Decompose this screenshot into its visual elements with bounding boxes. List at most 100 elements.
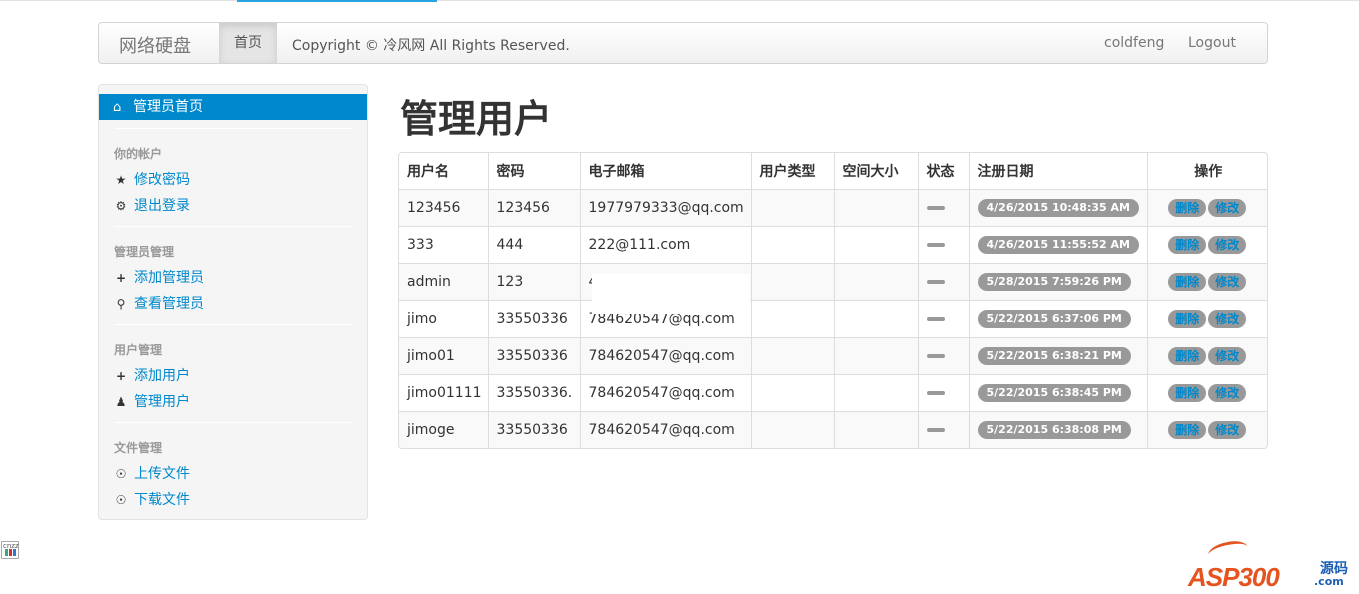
status-dash-icon xyxy=(926,279,945,284)
cell-status xyxy=(917,410,969,448)
page-title: 管理用户 xyxy=(400,96,553,141)
edit-button[interactable]: 修改 xyxy=(1208,235,1247,254)
date-badge: 4/26/2015 10:48:35 AM xyxy=(977,198,1139,217)
user-icon: ♟ xyxy=(115,395,127,409)
column-header-status: 状态 xyxy=(917,153,969,189)
current-user-link[interactable]: coldfeng xyxy=(1104,35,1164,51)
column-header-email: 电子邮箱 xyxy=(579,153,751,189)
sidebar-item-upload-file[interactable]: ☉ 上传文件 xyxy=(114,463,190,483)
cell-space xyxy=(833,262,918,300)
cell-username: admin xyxy=(399,262,488,300)
cell-status xyxy=(917,336,969,374)
cell-password: 444 xyxy=(487,225,580,263)
cell-actions: 删除 修改 xyxy=(1146,262,1267,300)
table-row: jimo01 33550336 784620547@qq.com 5/22/2015 … xyxy=(399,336,1267,374)
status-dash-icon xyxy=(926,205,945,210)
table-row: jimo 33550336 784620547@qq.com 5/22/2015 6:… xyxy=(399,299,1267,337)
edit-button[interactable]: 修改 xyxy=(1208,420,1247,439)
cell-actions: 删除 修改 xyxy=(1146,373,1267,411)
delete-button[interactable]: 删除 xyxy=(1168,420,1207,439)
cell-status xyxy=(917,299,969,337)
cell-user-type xyxy=(750,336,834,374)
flame-icon xyxy=(1206,538,1250,564)
sidebar-item-add-admin[interactable]: + 添加管理员 xyxy=(114,267,204,287)
nav-home-tab[interactable]: 首页 xyxy=(219,23,277,63)
edit-button[interactable]: 修改 xyxy=(1208,383,1247,402)
date-badge: 5/22/2015 6:38:08 PM xyxy=(977,420,1131,439)
sidebar-header-admin-management: 管理员管理 xyxy=(114,245,175,259)
column-header-user-type: 用户类型 xyxy=(750,153,834,189)
date-badge: 4/26/2015 11:55:52 AM xyxy=(977,235,1139,254)
sidebar-item-label: 上传文件 xyxy=(134,466,190,482)
delete-button[interactable]: 删除 xyxy=(1168,346,1207,365)
table-header-row: 用户名 密码 电子邮箱 用户类型 空间大小 状态 注册日期 操作 xyxy=(399,153,1267,189)
edit-button[interactable]: 修改 xyxy=(1208,272,1247,291)
sidebar-item-label: 管理用户 xyxy=(134,394,190,410)
sidebar-item-add-user[interactable]: + 添加用户 xyxy=(114,365,190,385)
cell-username: jimoge xyxy=(399,410,488,448)
copyright-text: Copyright © 冷风网 All Rights Reserved. xyxy=(292,38,570,54)
sidebar-item-manage-users[interactable]: ♟ 管理用户 xyxy=(114,391,190,411)
edit-button[interactable]: 修改 xyxy=(1208,309,1247,328)
sidebar-item-download-file[interactable]: ☉ 下载文件 xyxy=(114,489,190,509)
status-dash-icon xyxy=(926,242,945,247)
watermark-com-text: .com xyxy=(1314,575,1344,588)
edit-button[interactable]: 修改 xyxy=(1208,346,1247,365)
cell-email: 784620547@qq.com xyxy=(579,410,751,448)
cell-password: 123456 xyxy=(487,188,580,226)
cell-password: 33550336 xyxy=(487,336,580,374)
column-header-space: 空间大小 xyxy=(833,153,918,189)
cell-register-date: 5/22/2015 6:37:06 PM xyxy=(968,299,1147,337)
delete-button[interactable]: 删除 xyxy=(1168,235,1207,254)
sidebar-item-label: 下载文件 xyxy=(134,492,190,508)
cell-user-type xyxy=(750,262,834,300)
upload-icon: ☉ xyxy=(115,467,127,481)
delete-button[interactable]: 删除 xyxy=(1168,198,1207,217)
sidebar-item-admin-home[interactable]: ⌂ 管理员首页 xyxy=(99,94,367,120)
column-header-actions: 操作 xyxy=(1146,153,1267,189)
cell-register-date: 5/22/2015 6:38:21 PM xyxy=(968,336,1147,374)
watermark-logo: ASP300 源码 .com xyxy=(1188,538,1354,592)
cell-username: jimo01 xyxy=(399,336,488,374)
column-header-password: 密码 xyxy=(487,153,580,189)
watermark-main-text: ASP300 xyxy=(1188,562,1280,592)
brand-title[interactable]: 网络硬盘 xyxy=(119,32,191,58)
redaction-mask xyxy=(592,274,750,314)
sidebar-item-label: 查看管理员 xyxy=(134,296,204,312)
column-header-username: 用户名 xyxy=(407,163,449,180)
delete-button[interactable]: 删除 xyxy=(1168,309,1207,328)
date-badge: 5/22/2015 6:37:06 PM xyxy=(977,309,1131,328)
table-row: admin12345/28/2015 7:59:26 PM删除修改 xyxy=(399,262,1267,300)
cell-space xyxy=(833,188,918,226)
edit-button[interactable]: 修改 xyxy=(1208,198,1247,217)
sidebar: ⌂ 管理员首页 你的帐户 ★ 修改密码 ⚙ 退出登录 管理员管理 + 添加管理员 ⚲ 查看… xyxy=(98,84,368,520)
search-icon: ⚲ xyxy=(116,297,126,311)
sidebar-item-view-admins[interactable]: ⚲ 查看管理员 xyxy=(114,293,204,313)
cell-register-date: 4/26/2015 10:48:35 AM xyxy=(968,188,1147,226)
sidebar-item-label: 修改密码 xyxy=(134,172,190,188)
loading-progress-bar xyxy=(237,0,437,2)
sidebar-item-label: 管理员首页 xyxy=(133,99,203,115)
home-icon: ⌂ xyxy=(113,100,122,115)
sidebar-item-change-password[interactable]: ★ 修改密码 xyxy=(114,169,190,189)
cell-email: 1977979333@qq.com xyxy=(579,188,751,226)
cell-user-type xyxy=(750,299,834,337)
date-badge: 5/22/2015 6:38:21 PM xyxy=(977,346,1131,365)
top-navbar: 网络硬盘 首页 Copyright © 冷风网 All Rights Reser… xyxy=(98,22,1268,64)
sidebar-item-label: 退出登录 xyxy=(134,198,190,214)
stats-icon[interactable]: cnzz xyxy=(1,541,19,559)
sidebar-item-logout[interactable]: ⚙ 退出登录 xyxy=(114,195,190,215)
delete-button[interactable]: 删除 xyxy=(1168,272,1207,291)
cell-actions: 删除 修改 xyxy=(1146,225,1267,263)
table-row: jimoge 33550336 784620547@qq.com 5/22/2015 … xyxy=(399,410,1267,448)
sidebar-item-label: 添加管理员 xyxy=(134,270,204,286)
delete-button[interactable]: 删除 xyxy=(1168,383,1207,402)
top-border xyxy=(0,0,1359,1)
logout-link[interactable]: Logout xyxy=(1188,35,1236,51)
cell-space xyxy=(833,299,918,337)
status-dash-icon xyxy=(926,316,945,321)
bar-chart-icon xyxy=(5,549,17,556)
cell-space xyxy=(833,410,918,448)
cell-password: 33550336 xyxy=(487,410,580,448)
sidebar-header-file-management: 文件管理 xyxy=(114,441,163,455)
